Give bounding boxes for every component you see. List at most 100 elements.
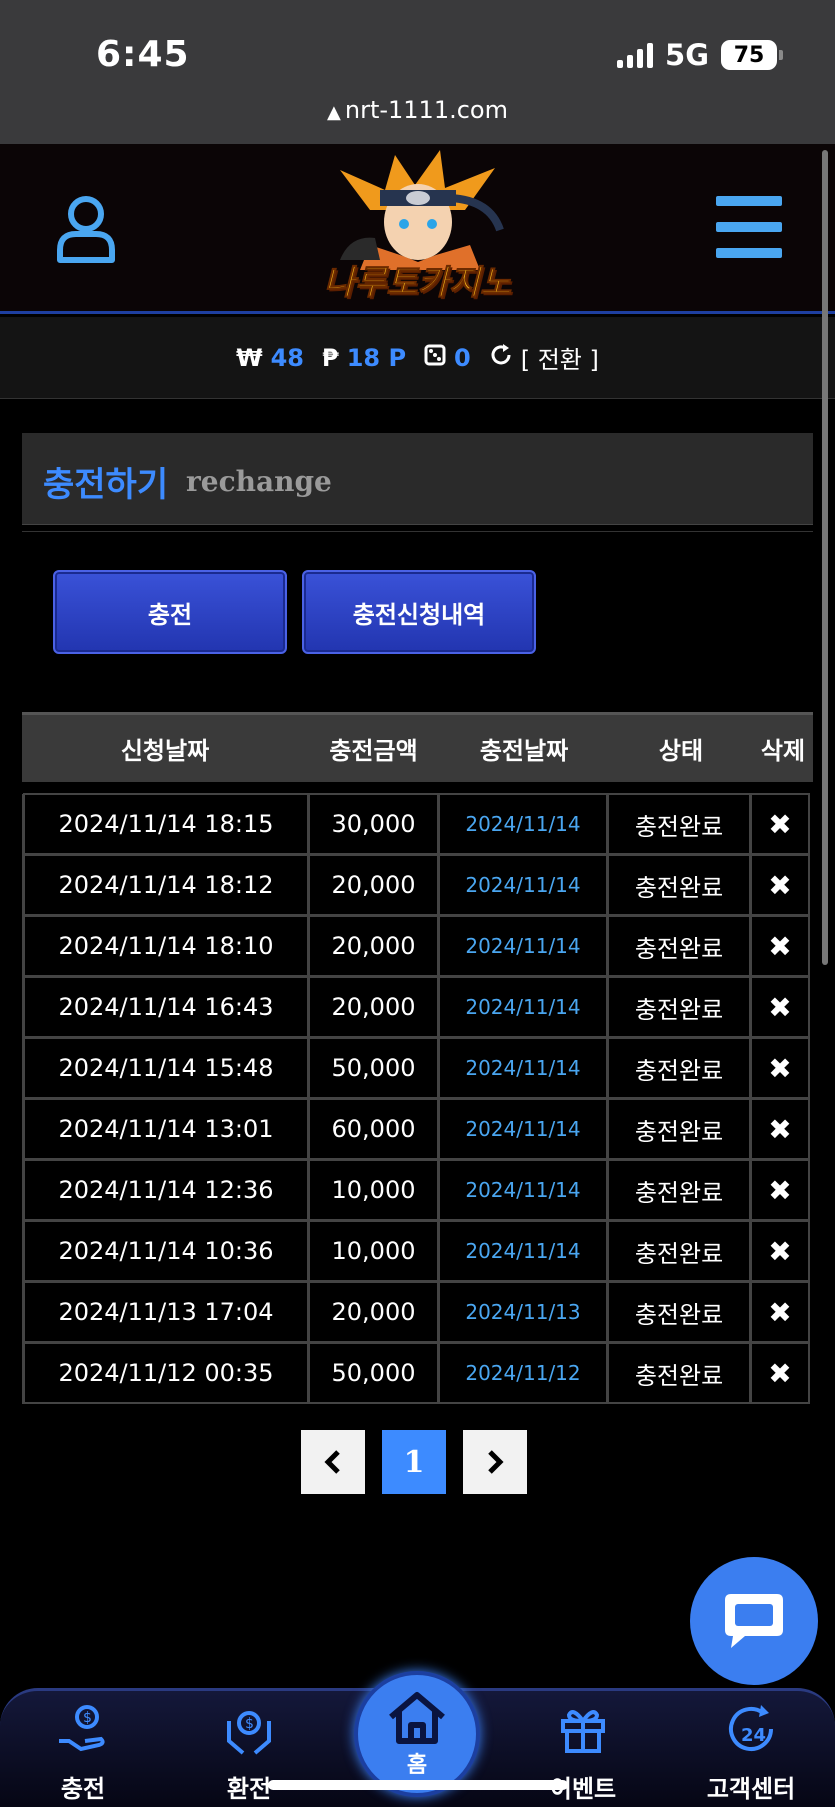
point-value: 18 P [346,343,407,372]
won-icon: ₩ [236,343,263,372]
cell-charged-date: 2024/11/14 [438,854,608,916]
svg-text:$: $ [245,1716,254,1732]
convert-label: [ 전환 ] [520,346,599,374]
chevron-right-icon [488,1450,504,1474]
table-row: 2024/11/14 18:12 20,000 2024/11/14 충전완료 … [23,854,813,916]
cell-status: 충전완료 [607,976,751,1038]
cell-requested-date: 2024/11/14 13:01 [23,1098,309,1160]
header-requested-date: 신청날짜 [120,737,210,765]
delete-icon[interactable]: ✖ [750,1159,810,1221]
table-row: 2024/11/14 18:10 20,000 2024/11/14 충전완료 … [23,915,813,977]
table-row: 2024/11/14 12:36 10,000 2024/11/14 충전완료 … [23,1159,813,1221]
nav-home-label: 홈 [406,1753,428,1778]
delete-icon[interactable]: ✖ [750,1220,810,1282]
charge-history-table: 신청날짜 충전금액 충전날짜 상태 삭제 2024/11/14 18:15 30… [22,712,813,1404]
site-logo[interactable]: 나루토카지노 [300,150,535,308]
charge-history-button[interactable]: 충전신청내역 [302,570,536,654]
point-balance: ₱ 18 P [322,344,406,372]
cell-amount: 50,000 [308,1342,439,1404]
cell-amount: 60,000 [308,1098,439,1160]
delete-icon[interactable]: ✖ [750,1342,810,1404]
cell-charged-date: 2024/11/14 [438,1037,608,1099]
cell-amount: 50,000 [308,1037,439,1099]
nav-support[interactable]: 24 고객센터 [696,1701,806,1804]
delete-icon[interactable]: ✖ [750,854,810,916]
pagination: 1 [301,1430,527,1494]
nav-home[interactable]: 홈 [354,1671,480,1797]
cell-charged-date: 2024/11/14 [438,915,608,977]
table-row: 2024/11/14 10:36 10,000 2024/11/14 충전완료 … [23,1220,813,1282]
svg-text:24: 24 [741,1725,766,1746]
header-status: 상태 [658,737,704,765]
cell-requested-date: 2024/11/14 18:12 [23,854,309,916]
cell-amount: 20,000 [308,1281,439,1343]
cell-status: 충전완료 [607,1098,751,1160]
cell-requested-date: 2024/11/14 12:36 [23,1159,309,1221]
svg-text:$: $ [83,1710,92,1726]
table-row: 2024/11/12 00:35 50,000 2024/11/12 충전완료 … [23,1342,813,1404]
logo-text: 나루토카지노 [323,263,512,304]
status-time: 6:45 [96,34,190,75]
cell-requested-date: 2024/11/14 10:36 [23,1220,309,1282]
network-type: 5G [665,38,709,72]
charge-button[interactable]: 충전 [53,570,287,654]
delete-icon[interactable]: ✖ [750,793,810,855]
next-page-button[interactable] [463,1430,527,1494]
chat-bubble-icon [725,1594,783,1648]
cell-charged-date: 2024/11/14 [438,1098,608,1160]
exchange-hands-icon: $ [227,1711,271,1755]
home-icon [389,1692,445,1744]
delete-icon[interactable]: ✖ [750,1098,810,1160]
cell-charged-date: 2024/11/14 [438,976,608,1038]
warning-icon: ▲ [327,102,341,123]
cell-status: 충전완료 [607,1342,751,1404]
page-number-current[interactable]: 1 [382,1430,446,1494]
cash-balance: ₩ 48 [236,344,304,372]
cell-amount: 30,000 [308,793,439,855]
cell-status: 충전완료 [607,1037,751,1099]
cell-amount: 20,000 [308,854,439,916]
table-row: 2024/11/14 15:48 50,000 2024/11/14 충전완료 … [23,1037,813,1099]
cell-status: 충전완료 [607,1281,751,1343]
delete-icon[interactable]: ✖ [750,976,810,1038]
prev-page-button[interactable] [301,1430,365,1494]
divider [22,531,813,532]
nav-charge[interactable]: $ 충전 [28,1701,138,1804]
delete-icon[interactable]: ✖ [750,1037,810,1099]
cell-requested-date: 2024/11/14 18:15 [23,793,309,855]
hamburger-menu-icon[interactable] [716,196,782,258]
nav-charge-label: 충전 [60,1775,106,1803]
header-amount: 충전금액 [329,737,418,765]
page-title: 충전하기 [43,465,169,505]
user-icon[interactable] [56,194,116,264]
cell-requested-date: 2024/11/14 16:43 [23,976,309,1038]
point-icon: ₱ [321,343,339,372]
convert-button[interactable]: [ 전환 ] [489,340,599,375]
live-chat-button[interactable] [690,1557,818,1685]
cell-charged-date: 2024/11/14 [438,1159,608,1221]
page-subtitle: rechange [186,465,332,498]
cell-amount: 20,000 [308,915,439,977]
cell-status: 충전완료 [607,854,751,916]
scrollbar[interactable] [822,150,828,965]
table-row: 2024/11/14 13:01 60,000 2024/11/14 충전완료 … [23,1098,813,1160]
address-bar[interactable]: ▲ nrt-1111.com [0,96,835,124]
cell-status: 충전완료 [607,1159,751,1221]
section-title-box: 충전하기 rechange [22,433,813,525]
cash-value: 48 [270,343,304,372]
cell-amount: 10,000 [308,1220,439,1282]
casino-balance: 0 [424,344,471,372]
casino-value: 0 [454,343,471,372]
charge-hand-icon: $ [59,1705,105,1752]
table-row: 2024/11/14 16:43 20,000 2024/11/14 충전완료 … [23,976,813,1038]
delete-icon[interactable]: ✖ [750,1281,810,1343]
delete-icon[interactable]: ✖ [750,915,810,977]
cell-status: 충전완료 [607,793,751,855]
cell-charged-date: 2024/11/12 [438,1342,608,1404]
battery-icon: 75 [721,40,783,70]
status-bar: 6:45 5G 75 ▲ nrt-1111.com [0,0,835,144]
cell-charged-date: 2024/11/14 [438,1220,608,1282]
gift-icon [561,1710,605,1753]
refresh-icon [489,343,513,373]
cell-amount: 20,000 [308,976,439,1038]
